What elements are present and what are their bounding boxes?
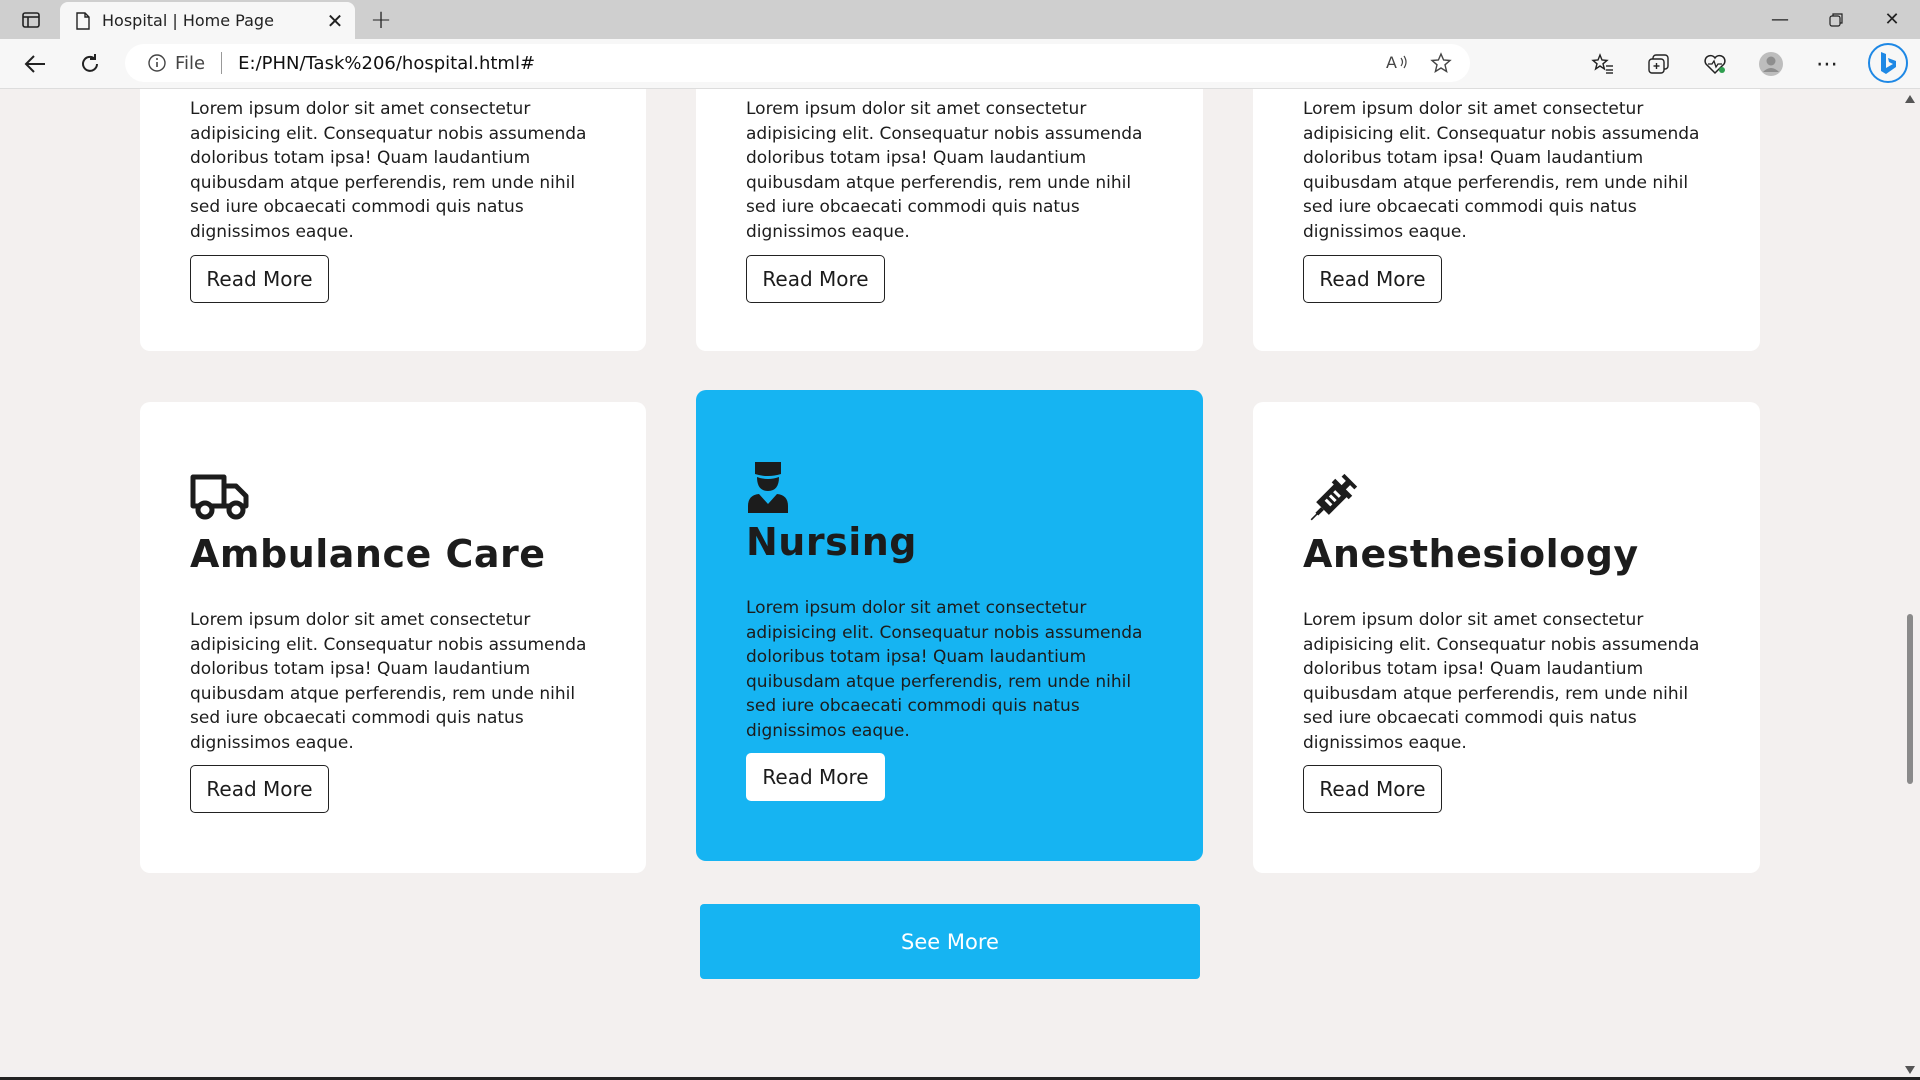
info-icon[interactable]	[147, 53, 167, 73]
service-card-anesthesiology: Anesthesiology Lorem ipsum dolor sit ame…	[1253, 402, 1760, 873]
read-more-button[interactable]: Read More	[746, 753, 885, 801]
read-more-button[interactable]: Read More	[1303, 765, 1442, 813]
new-tab-icon[interactable]: +	[365, 5, 397, 35]
favorite-star-icon[interactable]	[1430, 52, 1452, 78]
address-scheme-label: File	[175, 52, 206, 74]
scroll-down-arrow-icon[interactable]	[1905, 1066, 1915, 1074]
tab-actions-icon[interactable]	[14, 8, 48, 32]
card-title: Nursing	[746, 520, 917, 564]
service-card-ambulance-care: Ambulance Care Lorem ipsum dolor sit ame…	[140, 402, 646, 873]
service-card: Lorem ipsum dolor sit amet consectetur a…	[140, 89, 646, 351]
truck-icon	[190, 474, 249, 520]
url-text[interactable]: E:/PHN/Task%206/hospital.html#	[238, 53, 535, 74]
card-description: Lorem ipsum dolor sit amet consectetur a…	[746, 598, 1143, 741]
service-card-nursing: Nursing Lorem ipsum dolor sit amet conse…	[696, 390, 1203, 861]
page-icon	[76, 11, 90, 30]
card-title: Ambulance Care	[190, 532, 546, 576]
card-description: Lorem ipsum dolor sit amet consectetur a…	[190, 99, 587, 242]
browser-toolbar: ⋯	[1585, 49, 1845, 79]
page-viewport: Lorem ipsum dolor sit amet consectetur a…	[0, 89, 1900, 1080]
read-more-button[interactable]: Read More	[746, 255, 885, 303]
browser-tab-bar: Hospital | Home Page ✕ + — ✕	[0, 0, 1920, 39]
service-card: Lorem ipsum dolor sit amet consectetur a…	[696, 89, 1203, 351]
collections-icon[interactable]	[1641, 49, 1677, 79]
close-window-icon[interactable]: ✕	[1864, 0, 1920, 39]
card-description: Lorem ipsum dolor sit amet consectetur a…	[1303, 610, 1700, 753]
address-bar-row: File E:/PHN/Task%206/hospital.html# A ⋯	[0, 39, 1920, 89]
read-more-button[interactable]: Read More	[1303, 255, 1442, 303]
browser-essentials-icon[interactable]	[1697, 49, 1733, 79]
nurse-icon	[748, 462, 788, 513]
card-description: Lorem ipsum dolor sit amet consectetur a…	[1303, 99, 1700, 242]
svg-text:A: A	[1386, 53, 1397, 72]
window-controls: — ✕	[1752, 0, 1920, 39]
scrollbar-thumb[interactable]	[1907, 614, 1913, 784]
card-description: Lorem ipsum dolor sit amet consectetur a…	[190, 610, 587, 753]
scroll-up-arrow-icon[interactable]	[1905, 95, 1915, 103]
browser-tab[interactable]: Hospital | Home Page ✕	[60, 2, 355, 39]
profile-avatar-icon[interactable]	[1753, 49, 1789, 79]
back-icon[interactable]	[18, 49, 52, 79]
more-options-icon[interactable]: ⋯	[1809, 49, 1845, 79]
syringe-icon	[1310, 473, 1358, 521]
tab-title: Hospital | Home Page	[102, 11, 274, 30]
read-more-button[interactable]: Read More	[190, 765, 329, 813]
restore-icon[interactable]	[1808, 0, 1864, 39]
read-more-button[interactable]: Read More	[190, 255, 329, 303]
service-card: Lorem ipsum dolor sit amet consectetur a…	[1253, 89, 1760, 351]
card-description: Lorem ipsum dolor sit amet consectetur a…	[746, 99, 1143, 242]
see-more-button[interactable]: See More	[700, 904, 1200, 979]
refresh-icon[interactable]	[73, 49, 107, 79]
favorites-icon[interactable]	[1585, 49, 1621, 79]
minimize-icon[interactable]: —	[1752, 0, 1808, 39]
bing-copilot-icon[interactable]	[1868, 43, 1908, 83]
address-field[interactable]: File E:/PHN/Task%206/hospital.html# A	[125, 44, 1470, 82]
close-tab-icon[interactable]: ✕	[323, 9, 347, 33]
read-aloud-icon[interactable]: A	[1386, 52, 1408, 78]
card-title: Anesthesiology	[1303, 532, 1639, 576]
page-scrollbar[interactable]	[1900, 89, 1920, 1080]
